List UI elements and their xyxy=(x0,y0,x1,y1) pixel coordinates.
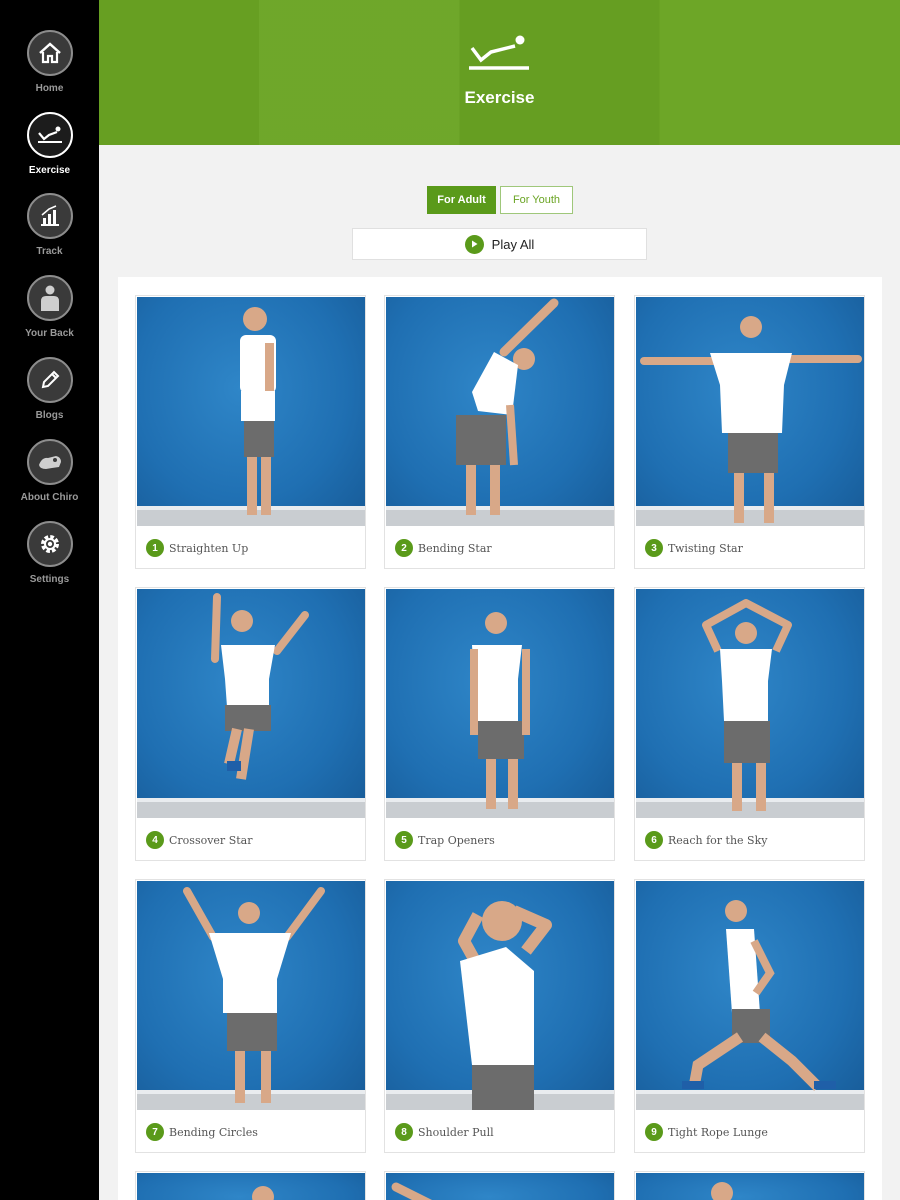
pencil-icon xyxy=(26,357,73,403)
exercise-card[interactable] xyxy=(384,1171,615,1200)
exercise-caption: 4 Crossover Star xyxy=(136,819,365,860)
sidebar-item-label: About Chiro xyxy=(20,492,79,503)
sidebar-item-track[interactable]: Track xyxy=(0,193,99,273)
exercise-number-badge: 5 xyxy=(395,831,413,849)
exercise-name: Shoulder Pull xyxy=(418,1125,494,1139)
chiro-icon xyxy=(26,439,73,485)
sidebar-item-label: Home xyxy=(35,83,64,94)
exercise-name: Trap Openers xyxy=(418,833,495,847)
exercise-photo xyxy=(386,589,614,818)
exercise-number-badge: 2 xyxy=(395,539,413,557)
exercise-photo xyxy=(137,589,365,818)
exercise-photo xyxy=(137,297,365,526)
exercise-card[interactable]: 7 Bending Circles xyxy=(135,879,366,1153)
exercise-number-badge: 3 xyxy=(645,539,663,557)
exercise-caption: 5 Trap Openers xyxy=(385,819,614,860)
sidebar-item-home[interactable]: Home xyxy=(0,30,99,110)
person-body-icon xyxy=(26,275,73,321)
page-header: Exercise xyxy=(99,0,900,145)
exercise-photo xyxy=(137,881,365,1110)
exercise-photo xyxy=(137,1173,365,1200)
sidebar-item-label: Track xyxy=(36,246,63,257)
track-chart-icon xyxy=(26,193,73,239)
exercise-caption: 7 Bending Circles xyxy=(136,1111,365,1152)
exercise-card[interactable]: 5 Trap Openers xyxy=(384,587,615,861)
sidebar-item-label: Exercise xyxy=(28,165,71,176)
exercise-card[interactable]: 9 Tight Rope Lunge xyxy=(634,879,865,1153)
exercise-card[interactable] xyxy=(135,1171,366,1200)
exercise-name: Crossover Star xyxy=(169,833,253,847)
exercise-photo xyxy=(636,881,864,1110)
sidebar-item-settings[interactable]: Settings xyxy=(0,521,99,601)
exercise-card[interactable] xyxy=(634,1171,865,1200)
sidebar-item-label: Blogs xyxy=(35,410,64,421)
sidebar: Home Exercise Track Your Back Blogs Abou… xyxy=(0,0,99,1200)
exercise-caption: 6 Reach for the Sky xyxy=(635,819,864,860)
exercise-number-badge: 9 xyxy=(645,1123,663,1141)
exercise-card[interactable]: 6 Reach for the Sky xyxy=(634,587,865,861)
exercise-grid: 1 Straighten Up 2 Bending Star 3 Twistin… xyxy=(118,277,882,1200)
sidebar-item-about-chiro[interactable]: About Chiro xyxy=(0,439,99,519)
home-icon xyxy=(26,30,73,76)
exercise-card[interactable]: 3 Twisting Star xyxy=(634,295,865,569)
exercise-number-badge: 8 xyxy=(395,1123,413,1141)
exercise-icon xyxy=(26,112,73,158)
exercise-name: Twisting Star xyxy=(668,541,743,555)
sidebar-item-exercise[interactable]: Exercise xyxy=(0,112,99,192)
exercise-caption: 8 Shoulder Pull xyxy=(385,1111,614,1152)
sidebar-item-label: Your Back xyxy=(25,328,74,339)
exercise-caption: 1 Straighten Up xyxy=(136,527,365,568)
exercise-caption: 3 Twisting Star xyxy=(635,527,864,568)
for-youth-button[interactable]: For Youth xyxy=(500,186,573,214)
sidebar-item-blogs[interactable]: Blogs xyxy=(0,357,99,437)
exercise-name: Straighten Up xyxy=(169,541,249,555)
play-all-label: Play All xyxy=(491,236,535,252)
exercise-icon xyxy=(467,30,531,79)
exercise-card[interactable]: 4 Crossover Star xyxy=(135,587,366,861)
exercise-caption: 2 Bending Star xyxy=(385,527,614,568)
exercise-number-badge: 1 xyxy=(146,539,164,557)
exercise-card[interactable]: 2 Bending Star xyxy=(384,295,615,569)
exercise-card[interactable]: 1 Straighten Up xyxy=(135,295,366,569)
exercise-photo xyxy=(636,1173,864,1200)
exercise-photo xyxy=(386,297,614,526)
page-title: Exercise xyxy=(464,88,535,107)
sidebar-item-your-back[interactable]: Your Back xyxy=(0,275,99,355)
exercise-number-badge: 6 xyxy=(645,831,663,849)
exercise-photo xyxy=(386,881,614,1110)
play-icon xyxy=(464,234,484,254)
exercise-number-badge: 7 xyxy=(146,1123,164,1141)
exercise-photo xyxy=(636,297,864,526)
exercise-name: Tight Rope Lunge xyxy=(668,1125,768,1139)
exercise-photo xyxy=(636,589,864,818)
for-adult-button[interactable]: For Adult xyxy=(427,186,496,214)
exercise-name: Bending Circles xyxy=(169,1125,258,1139)
exercise-name: Reach for the Sky xyxy=(668,833,768,847)
play-all-button[interactable]: Play All xyxy=(352,228,647,260)
gear-icon xyxy=(26,521,73,567)
exercise-photo xyxy=(386,1173,614,1200)
exercise-name: Bending Star xyxy=(418,541,492,555)
sidebar-item-label: Settings xyxy=(29,574,70,585)
exercise-card[interactable]: 8 Shoulder Pull xyxy=(384,879,615,1153)
exercise-caption: 9 Tight Rope Lunge xyxy=(635,1111,864,1152)
exercise-number-badge: 4 xyxy=(146,831,164,849)
